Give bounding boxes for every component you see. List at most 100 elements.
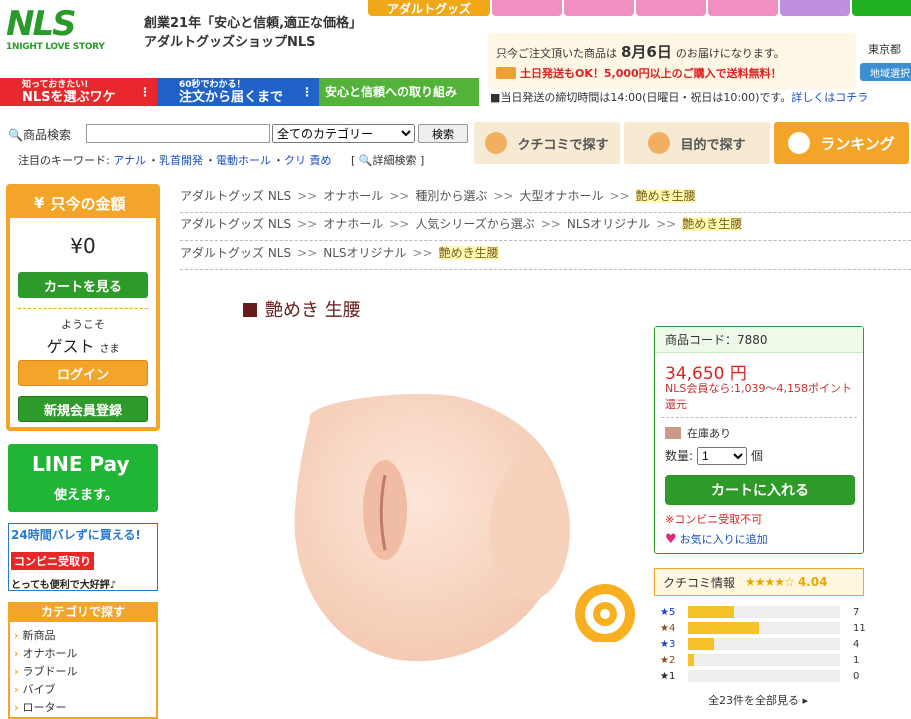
search-icon: 🔍 [358,154,373,167]
cutoff-notice: ■当日発送の締切時間は14:00(日曜日・祝日は10:00)です。詳しくはコチラ [490,89,868,105]
breadcrumb-link[interactable]: NLSオリジナル [323,246,406,260]
no-convenience-note: ※コンビニ受取不可 [665,513,763,526]
conv-title: 24時間バレずに買える! [11,528,141,542]
promo-small: 知っておきたい! [22,79,89,90]
breadcrumb-link[interactable]: 大型オナホール [519,189,603,203]
keyword-link[interactable]: 電動ホール [216,154,271,167]
top-tab-2[interactable] [564,0,634,16]
breadcrumb: アダルトグッズ NLS >> オナホール >> 人気シリーズから選ぶ >> NLSオリジナル… [180,213,911,241]
buy-box: 商品コード：7880 34,650 円 NLS会員なら:1,039〜4,158ポ… [654,326,864,554]
rating-bar-track [688,670,840,682]
region-select-button[interactable]: 地域選択 [860,63,911,81]
keyword-row: 注目のキーワード: アナル ・乳首開発 ・電動ホール ・クリ 責め [ 🔍詳細検索 ] [18,154,425,167]
welcome-text: ようこそ [61,318,105,331]
nav-label: 目的で探す [680,137,746,153]
category-item[interactable]: ラブドール [14,663,156,681]
product-image[interactable] [280,380,580,680]
tagline-line1: 創業21年「安心と信頼,適正な価格」 [144,16,363,31]
quantity-row: 数量: 1 個 [665,447,763,465]
all-reviews-link[interactable]: 全23件を全部見る ▸ [708,692,808,708]
promo-why-nls[interactable]: 知っておきたい! NLSを選ぶワケ ⋮ [0,78,157,106]
breadcrumb-link[interactable]: 人気シリーズから選ぶ [415,217,534,231]
rating-bar-fill [688,654,695,666]
square-icon [243,303,257,317]
free-shipping-text: 土日発送もOK！5,000円以上のご購入で送料無料！ [520,67,782,80]
promo-big: 安心と信頼への取り組み [325,84,458,99]
tab-adult-goods[interactable]: アダルトグッズ [368,0,490,16]
linepay-subtitle: 使えます。 [54,488,118,503]
guest-name: ゲスト さま [10,333,156,357]
nav-purpose-button[interactable]: 目的で探す [624,122,770,164]
top-tab-5[interactable] [780,0,850,16]
conv-subtitle: とっても便利で大好評♪ [11,580,117,591]
top-tab-3[interactable] [636,0,706,16]
keyword-link[interactable]: アナル [113,154,146,167]
breadcrumb-link[interactable]: アダルトグッズ NLS [180,217,291,231]
rating-row: ★2 1 [660,652,870,668]
wallet-title-text: 只今の金額 [50,194,126,213]
search-input[interactable] [86,124,270,143]
login-button[interactable]: ログイン [18,360,148,386]
rating-bar-fill [688,606,734,618]
search-label: 🔍商品検索 [8,126,86,143]
add-to-cart-button[interactable]: カートに入れる [665,475,855,505]
top-tab-6[interactable] [852,0,911,16]
rating-row: ★3 4 [660,636,870,652]
search-icon: 🔍 [8,128,23,142]
add-favorite-link[interactable]: ♥ お気に入りに追加 [665,531,768,547]
top-tab-4[interactable] [708,0,778,16]
cutoff-link[interactable]: 詳しくはコチラ [791,91,868,104]
promo-trust[interactable]: 安心と信頼への取り組み [319,78,479,106]
breadcrumb: アダルトグッズ NLS >> NLSオリジナル >> 艶めき生腰 [180,242,911,270]
breadcrumb-link[interactable]: オナホール [323,189,383,203]
keyword-link[interactable]: 乳首開発 [159,154,203,167]
guest-text: ゲスト [46,337,95,356]
logo-subtext: 1NIGHT LOVE STORY [6,42,105,52]
breadcrumb-link[interactable]: NLSオリジナル [567,217,650,231]
keyword-link[interactable]: クリ 責め [284,154,332,167]
breadcrumb-link[interactable]: 種別から選ぶ [415,189,487,203]
top-tab-1[interactable] [492,0,562,16]
nav-kuchikomi-button[interactable]: クチコミで探す [474,122,620,164]
delivery-notice: 只今ご注文頂いた商品は 8月6日 のお届けになります。 土日発送もOK！5,000円… [488,33,856,89]
product-title-text: 艶めき 生腰 [265,300,361,321]
rating-row: ★1 0 [660,668,870,684]
breadcrumb-current: 艶めき生腰 [635,189,696,203]
honorific: さま [99,344,120,355]
linepay-title: LINE Pay [32,452,130,476]
view-cart-button[interactable]: カートを見る [18,272,148,298]
category-item[interactable]: バイブ [14,681,156,699]
rating-count: 0 [853,670,860,682]
tagline-line2: アダルトグッズショップNLS [144,35,316,50]
category-item[interactable]: 新商品 [14,627,156,645]
site-logo[interactable]: NLS 1NIGHT LOVE STORY [6,7,132,56]
advanced-search-link[interactable]: [ 🔍詳細検索 ] [351,154,424,167]
rating-bar-track [688,654,840,666]
yen-icon: ¥ [34,194,45,212]
promo-order-flow[interactable]: 60秒でわかる！ 注文から届くまで ⋮ [157,78,319,106]
promo-small: 60秒でわかる！ [179,79,246,90]
rating-star-label: ★4 [660,622,676,634]
tagline: 創業21年「安心と信頼,適正な価格」 アダルトグッズショップNLS [144,14,362,52]
nav-label: ランキング [820,134,895,153]
category-item[interactable]: ローター [14,699,156,717]
person-icon [485,132,508,154]
rating-breakdown: ★5 7 ★4 11 ★3 4 ★2 1 ★1 0 [660,604,870,684]
stock-text: 在庫あり [687,427,731,440]
nav-ranking-button[interactable]: ランキング [774,122,909,164]
breadcrumb-link[interactable]: アダルトグッズ NLS [180,189,291,203]
cutoff-text: ■当日発送の締切時間は14:00(日曜日・祝日は10:00)です。 [490,91,792,104]
breadcrumb-link[interactable]: アダルトグッズ NLS [180,246,291,260]
category-box: カテゴリで探す 新商品 オナホール ラブドール バイブ ローター [8,602,158,719]
breadcrumb-link[interactable]: オナホール [323,217,383,231]
convenience-banner[interactable]: 24時間バレずに買える! コンビニ受取り とっても便利で大好評♪ [8,523,158,591]
quantity-select[interactable]: 1 [697,447,748,465]
linepay-banner[interactable]: LINE Pay 使えます。 [8,444,158,512]
category-select[interactable]: 全てのカテゴリー [272,124,415,143]
review-label: クチコミ情報 [663,575,736,590]
category-item[interactable]: オナホール [14,645,156,663]
search-button[interactable]: 検索 [418,124,468,143]
register-button[interactable]: 新規会員登録 [18,396,148,422]
promo-banners: 知っておきたい! NLSを選ぶワケ ⋮ 60秒でわかる！ 注文から届くまで ⋮ … [0,78,479,106]
nav-label: クチコミで探す [517,137,609,153]
